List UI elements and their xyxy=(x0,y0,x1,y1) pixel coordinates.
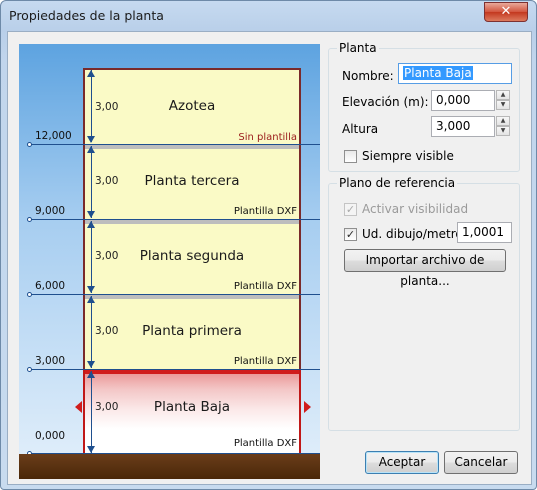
dimension-line xyxy=(91,70,92,142)
dimension-arrow-down xyxy=(87,446,95,453)
dimension-line xyxy=(91,296,92,368)
floor-height: 3,00 xyxy=(95,325,119,337)
elevacion-spinner[interactable]: ▲ ▼ xyxy=(496,90,510,111)
floor-template: Plantilla DXF xyxy=(233,356,297,367)
spin-up-icon[interactable]: ▲ xyxy=(496,90,510,100)
altura-spinner[interactable]: ▲ ▼ xyxy=(496,116,510,137)
floor-azotea[interactable]: Azotea 3,00 Sin plantilla xyxy=(83,68,301,144)
level-marker xyxy=(27,217,32,222)
dimension-line xyxy=(91,371,92,453)
dimension-arrow-up xyxy=(87,221,95,228)
level-marker xyxy=(27,142,32,147)
planta-group-title: Planta xyxy=(337,41,379,55)
level-line xyxy=(31,144,320,145)
plano-group-title: Plano de referencia xyxy=(337,176,458,190)
floor-template: Plantilla DXF xyxy=(233,206,297,217)
dimension-arrow-down xyxy=(87,361,95,368)
dimension-arrow-up xyxy=(87,296,95,303)
activar-visibilidad-label[interactable]: Activar visibilidad xyxy=(362,202,468,216)
level-value: 9,000 xyxy=(35,205,66,217)
level-marker xyxy=(27,367,32,372)
level-line xyxy=(31,369,320,370)
ud-dibujo-input[interactable]: 1,0001 xyxy=(457,222,512,243)
aceptar-button[interactable]: Aceptar xyxy=(365,451,439,474)
dimension-arrow-down xyxy=(87,136,95,143)
dimension-arrow-up xyxy=(87,70,95,77)
floor-planta-tercera[interactable]: Planta tercera 3,00 Plantilla DXF xyxy=(83,144,301,219)
floor-planta-segunda[interactable]: Planta segunda 3,00 Plantilla DXF xyxy=(83,219,301,294)
altura-value: 3,000 xyxy=(436,119,471,133)
title-bar[interactable]: Propiedades de la planta ✕ xyxy=(1,1,536,31)
nombre-value: Planta Baja xyxy=(403,66,473,80)
importar-archivo-button[interactable]: Importar archivo de planta... xyxy=(344,249,506,288)
siempre-visible-checkbox[interactable] xyxy=(344,150,357,163)
building-section-drawing: Azotea 3,00 Sin plantilla Planta tercera… xyxy=(19,44,320,479)
floor-template: Plantilla DXF xyxy=(233,281,297,292)
dimension-arrow-up xyxy=(87,146,95,153)
floor-height: 3,00 xyxy=(95,250,119,262)
spin-down-icon[interactable]: ▼ xyxy=(496,126,510,136)
window-title: Propiedades de la planta xyxy=(9,8,164,23)
dimension-arrow-down xyxy=(87,211,95,218)
selected-floor-marker-left xyxy=(75,401,82,413)
altura-label: Altura xyxy=(342,122,379,136)
floor-template: Sin plantilla xyxy=(238,132,297,143)
floor-height: 3,00 xyxy=(95,101,119,113)
ud-dibujo-checkbox[interactable]: ✓ xyxy=(344,228,357,241)
level-value: 12,000 xyxy=(35,130,72,142)
check-icon: ✓ xyxy=(345,228,356,241)
dimension-arrow-down xyxy=(87,286,95,293)
planta-group: Planta Nombre: Planta Baja Elevación (m)… xyxy=(328,41,520,172)
ud-dibujo-label[interactable]: Ud. dibujo/metro: xyxy=(362,227,467,241)
check-icon: ✓ xyxy=(345,203,356,216)
close-button[interactable]: ✕ xyxy=(484,2,528,22)
level-marker xyxy=(27,292,32,297)
level-line xyxy=(31,294,320,295)
level-value: 0,000 xyxy=(35,430,66,442)
dimension-line xyxy=(91,146,92,218)
activar-visibilidad-checkbox[interactable]: ✓ xyxy=(344,203,357,216)
selected-floor-marker-right xyxy=(304,401,311,413)
ground xyxy=(19,454,320,479)
close-icon: ✕ xyxy=(500,4,512,19)
floor-planta-primera[interactable]: Planta primera 3,00 Plantilla DXF xyxy=(83,294,301,369)
spin-down-icon[interactable]: ▼ xyxy=(496,100,510,110)
level-value: 3,000 xyxy=(35,355,66,367)
dialog-client-area: Azotea 3,00 Sin plantilla Planta tercera… xyxy=(7,31,532,485)
level-line xyxy=(31,219,320,220)
floor-height: 3,00 xyxy=(95,175,119,187)
altura-input[interactable]: 3,000 xyxy=(431,116,495,137)
properties-dialog: Propiedades de la planta ✕ Azotea 3,00 S… xyxy=(0,0,537,490)
cancelar-button[interactable]: Cancelar xyxy=(444,451,518,474)
elevacion-input[interactable]: 0,000 xyxy=(431,90,495,111)
dimension-line xyxy=(91,221,92,293)
plano-referencia-group: Plano de referencia ✓ Activar visibilida… xyxy=(328,176,520,431)
spin-up-icon[interactable]: ▲ xyxy=(496,116,510,126)
dimension-arrow-up xyxy=(87,371,95,378)
siempre-visible-label[interactable]: Siempre visible xyxy=(362,149,454,163)
floor-template: Plantilla DXF xyxy=(233,438,297,449)
elevacion-label: Elevación (m): xyxy=(342,95,429,109)
floor-height: 3,00 xyxy=(95,401,119,413)
nombre-label: Nombre: xyxy=(342,69,394,83)
floor-planta-baja[interactable]: Planta Baja 3,00 Plantilla DXF xyxy=(83,369,301,454)
elevacion-value: 0,000 xyxy=(436,93,471,107)
nombre-input[interactable]: Planta Baja xyxy=(398,63,512,84)
ud-dibujo-value: 1,0001 xyxy=(462,225,504,239)
level-value: 6,000 xyxy=(35,280,66,292)
